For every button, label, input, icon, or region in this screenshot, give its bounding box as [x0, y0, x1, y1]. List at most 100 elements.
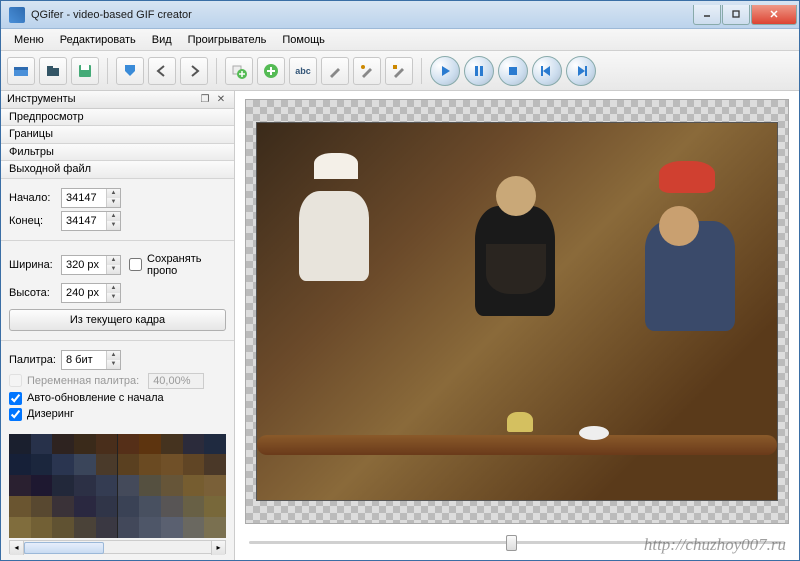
- palette-cell[interactable]: [161, 454, 183, 475]
- auto-update-checkbox[interactable]: Авто-обновление с начала: [9, 392, 226, 405]
- width-input[interactable]: [62, 256, 106, 274]
- close-button[interactable]: [751, 5, 797, 25]
- open-folder-button[interactable]: [39, 57, 67, 85]
- play-button[interactable]: [430, 56, 460, 86]
- palette-cell[interactable]: [9, 475, 31, 496]
- height-input[interactable]: [62, 284, 106, 302]
- palette-cell[interactable]: [52, 517, 74, 538]
- palette-cell[interactable]: [52, 454, 74, 475]
- palette-cell[interactable]: [52, 434, 74, 455]
- next-button[interactable]: [566, 56, 596, 86]
- undock-icon[interactable]: ❐: [198, 92, 212, 106]
- palette-cell[interactable]: [74, 496, 96, 517]
- palette-cell[interactable]: [52, 475, 74, 496]
- palette-cell[interactable]: [96, 454, 118, 475]
- palette-cell[interactable]: [139, 454, 161, 475]
- palette-cell[interactable]: [74, 454, 96, 475]
- palette-spinbox[interactable]: ▲▼: [61, 350, 121, 370]
- menu-help[interactable]: Помощь: [275, 32, 332, 48]
- palette-cell[interactable]: [139, 517, 161, 538]
- minimize-button[interactable]: [693, 5, 721, 25]
- panel-close-icon[interactable]: ✕: [214, 92, 228, 106]
- marker-start-button[interactable]: [116, 57, 144, 85]
- palette-cell[interactable]: [183, 496, 205, 517]
- palette-cell[interactable]: [204, 475, 226, 496]
- palette-cell[interactable]: [74, 517, 96, 538]
- palette-cell[interactable]: [161, 475, 183, 496]
- scroll-right-icon[interactable]: ▸: [211, 541, 225, 555]
- palette-cell[interactable]: [204, 454, 226, 475]
- edit-a-button[interactable]: [321, 57, 349, 85]
- pause-button[interactable]: [464, 56, 494, 86]
- maximize-button[interactable]: [722, 5, 750, 25]
- palette-cell[interactable]: [161, 517, 183, 538]
- palette-cell[interactable]: [183, 454, 205, 475]
- palette-scrollbar[interactable]: ◂ ▸: [9, 540, 226, 554]
- edit-b-button[interactable]: [353, 57, 381, 85]
- palette-cell[interactable]: [161, 434, 183, 455]
- palette-cell[interactable]: [96, 517, 118, 538]
- section-filters[interactable]: Фильтры: [1, 144, 234, 162]
- palette-cell[interactable]: [161, 496, 183, 517]
- end-spinbox[interactable]: ▲▼: [61, 211, 121, 231]
- palette-cell[interactable]: [9, 454, 31, 475]
- start-input[interactable]: [62, 189, 106, 207]
- timeline-slider[interactable]: [245, 532, 789, 552]
- palette-cell[interactable]: [204, 434, 226, 455]
- palette-input[interactable]: [62, 351, 106, 369]
- palette-cell[interactable]: [118, 496, 140, 517]
- prev-button[interactable]: [532, 56, 562, 86]
- stop-button[interactable]: [498, 56, 528, 86]
- palette-cell[interactable]: [118, 434, 140, 455]
- save-button[interactable]: [71, 57, 99, 85]
- palette-cell[interactable]: [31, 454, 53, 475]
- palette-cell[interactable]: [183, 517, 205, 538]
- slider-handle[interactable]: [506, 535, 517, 551]
- palette-cell[interactable]: [183, 475, 205, 496]
- palette-cell[interactable]: [118, 517, 140, 538]
- palette-cell[interactable]: [96, 496, 118, 517]
- arrow-right-button[interactable]: [180, 57, 208, 85]
- menu-player[interactable]: Проигрыватель: [181, 32, 274, 48]
- palette-cell[interactable]: [118, 454, 140, 475]
- scroll-thumb[interactable]: [24, 542, 104, 554]
- palette-cell[interactable]: [31, 475, 53, 496]
- menu-main[interactable]: Меню: [7, 32, 51, 48]
- palette-cell[interactable]: [139, 496, 161, 517]
- start-spinbox[interactable]: ▲▼: [61, 188, 121, 208]
- palette-cell[interactable]: [96, 475, 118, 496]
- palette-cell[interactable]: [31, 434, 53, 455]
- add-button[interactable]: [225, 57, 253, 85]
- palette-cell[interactable]: [96, 434, 118, 455]
- dithering-checkbox[interactable]: Дизеринг: [9, 408, 226, 421]
- text-tool-button[interactable]: abc: [289, 57, 317, 85]
- palette-cell[interactable]: [74, 475, 96, 496]
- open-video-button[interactable]: [7, 57, 35, 85]
- edit-c-button[interactable]: [385, 57, 413, 85]
- palette-cell[interactable]: [9, 434, 31, 455]
- palette-cell[interactable]: [204, 517, 226, 538]
- section-preview[interactable]: Предпросмотр: [1, 109, 234, 127]
- palette-cell[interactable]: [204, 496, 226, 517]
- spin-down-icon[interactable]: ▼: [106, 198, 120, 207]
- section-output[interactable]: Выходной файл: [1, 161, 234, 179]
- palette-cell[interactable]: [74, 434, 96, 455]
- height-spinbox[interactable]: ▲▼: [61, 283, 121, 303]
- palette-cell[interactable]: [31, 517, 53, 538]
- palette-cell[interactable]: [118, 475, 140, 496]
- palette-cell[interactable]: [139, 434, 161, 455]
- width-spinbox[interactable]: ▲▼: [61, 255, 121, 275]
- palette-cell[interactable]: [183, 434, 205, 455]
- from-current-frame-button[interactable]: Из текущего кадра: [9, 309, 226, 331]
- palette-cell[interactable]: [9, 517, 31, 538]
- spin-up-icon[interactable]: ▲: [106, 189, 120, 198]
- arrow-left-button[interactable]: [148, 57, 176, 85]
- end-input[interactable]: [62, 212, 106, 230]
- palette-cell[interactable]: [52, 496, 74, 517]
- keep-ratio-checkbox[interactable]: Сохранять пропо: [129, 253, 177, 277]
- menu-view[interactable]: Вид: [145, 32, 179, 48]
- section-borders[interactable]: Границы: [1, 126, 234, 144]
- palette-cell[interactable]: [139, 475, 161, 496]
- palette-cell[interactable]: [9, 496, 31, 517]
- menu-edit[interactable]: Редактировать: [53, 32, 143, 48]
